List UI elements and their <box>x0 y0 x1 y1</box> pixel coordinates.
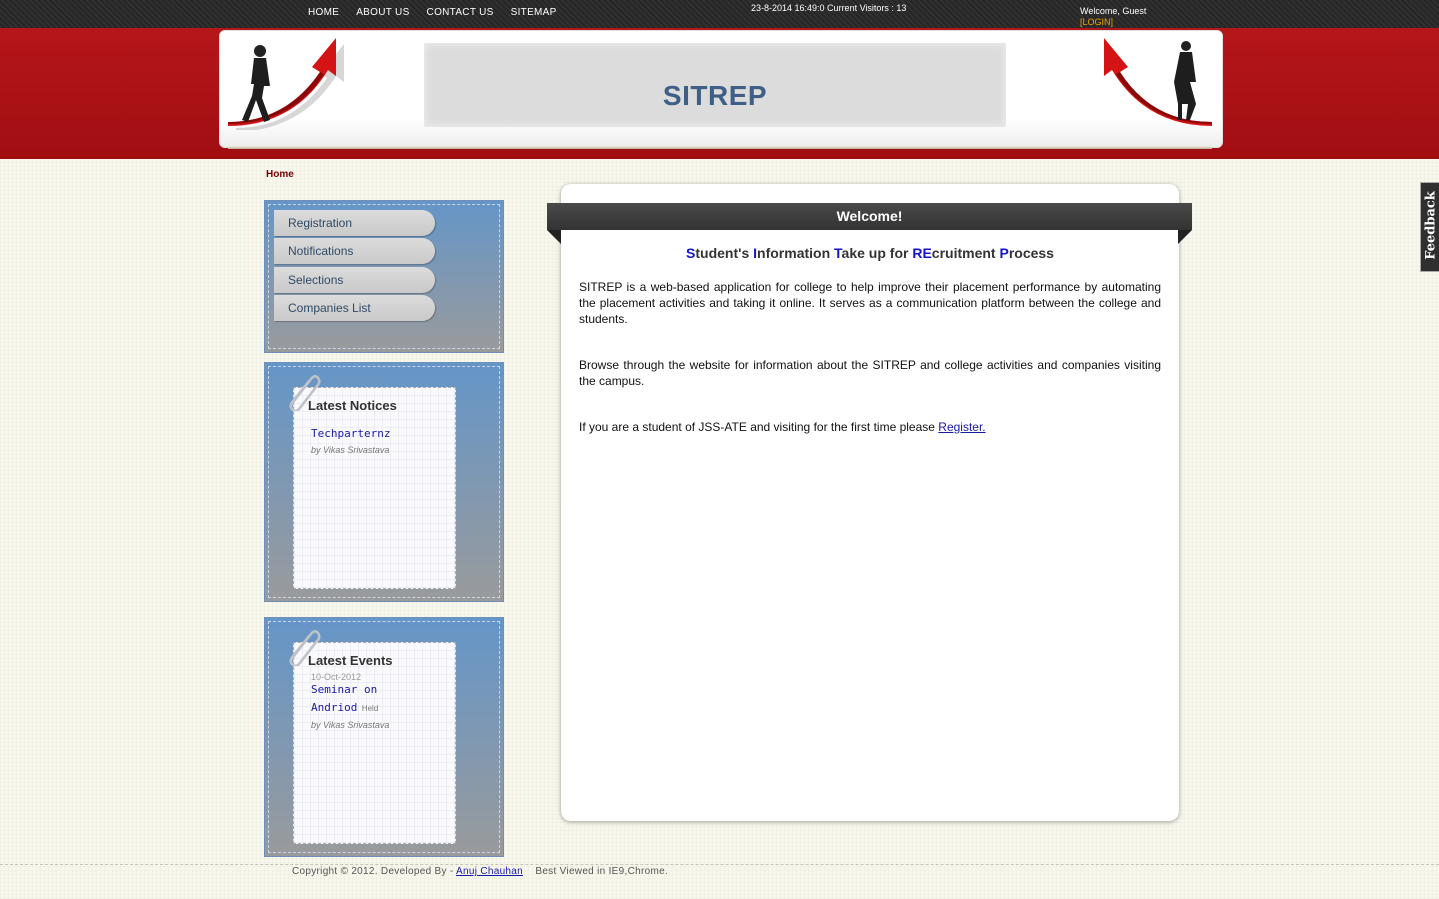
event-status: Held <box>361 704 379 713</box>
latest-events-panel: Latest Events 10-Oct-2012 Seminar on And… <box>264 617 504 857</box>
acronym-word: tudent's <box>695 245 754 261</box>
event-link-line2[interactable]: Andriod <box>311 701 357 714</box>
acronym-word: ake up for <box>841 245 913 261</box>
nav-sitemap[interactable]: SITEMAP <box>511 7 557 18</box>
register-link[interactable]: Register. <box>938 420 985 434</box>
feedback-tab[interactable]: Feedback <box>1420 182 1439 272</box>
latest-notices-panel: Latest Notices Techparternz by Vikas Sri… <box>264 362 504 602</box>
nav-about-us[interactable]: ABOUT US <box>356 7 409 18</box>
sitrep-acronym-subtitle: Student's Information Take up for REcrui… <box>561 245 1179 261</box>
register-paragraph: If you are a student of JSS-ATE and visi… <box>579 419 1161 435</box>
businessman-arrow-icon <box>224 34 349 135</box>
header-underline <box>228 146 1212 149</box>
event-link-line1[interactable]: Seminar on <box>311 681 389 698</box>
footer-copyright: Copyright © 2012. Developed By - <box>292 866 457 877</box>
sidebar-item-selections[interactable]: Selections <box>274 267 435 293</box>
notices-title: Latest Notices <box>308 398 397 413</box>
intro-paragraph: SITREP is a web-based application for co… <box>579 280 1161 326</box>
register-prompt: If you are a student of JSS-ATE and visi… <box>579 420 939 434</box>
sidebar-item-notifications[interactable]: Notifications <box>274 238 435 264</box>
nav-contact-us[interactable]: CONTACT US <box>427 7 494 18</box>
ribbon-fold-left <box>547 230 561 244</box>
acronym-letter: T <box>834 245 842 261</box>
notice-link[interactable]: Techparternz <box>311 426 390 442</box>
sidebar-item-registration[interactable]: Registration <box>274 210 435 236</box>
paperclip-icon <box>283 371 321 416</box>
footer-best-viewed: Best Viewed in IE9,Chrome. <box>535 866 669 877</box>
visitor-counter: 23-8-2014 16:49:0 Current Visitors : 13 <box>751 3 907 13</box>
welcome-text: Welcome, Guest <box>1080 6 1147 16</box>
acronym-letter: P <box>999 245 1009 261</box>
feedback-label: Feedback <box>1423 191 1439 260</box>
site-title: SITREP <box>662 80 768 111</box>
browse-paragraph: Browse through the website for informati… <box>579 358 1161 388</box>
top-navigation-bar: HOME ABOUT US CONTACT US SITEMAP 23-8-20… <box>0 0 1439 28</box>
footer-divider <box>0 864 1439 865</box>
event-author: by Vikas Srivastava <box>311 720 390 730</box>
breadcrumb[interactable]: Home <box>266 169 294 180</box>
event-entry: 10-Oct-2012 Seminar on Andriod Held by V… <box>311 673 389 734</box>
businesswoman-arrow-icon <box>1092 34 1217 135</box>
notices-paper: Latest Notices Techparternz by Vikas Sri… <box>293 387 456 589</box>
events-paper: Latest Events 10-Oct-2012 Seminar on And… <box>293 642 456 844</box>
footer: Copyright © 2012. Developed By - Anuj Ch… <box>292 866 668 877</box>
login-link[interactable]: [LOGIN] <box>1080 17 1146 28</box>
event-date: 10-Oct-2012 <box>311 672 362 682</box>
sidebar-item-companies-list[interactable]: Companies List <box>274 295 435 321</box>
nav-home[interactable]: HOME <box>308 7 339 18</box>
acronym-word: nformation <box>757 245 835 261</box>
acronym-word: rocess <box>1008 245 1054 261</box>
acronym-word: cruitment <box>931 245 1000 261</box>
paperclip-icon <box>283 626 321 671</box>
notice-entry: Techparternz by Vikas Srivastava <box>311 426 390 458</box>
sidebar-menu-panel: Registration Notifications Selections Co… <box>264 200 504 353</box>
footer-author-link[interactable]: Anuj Chauhan <box>456 866 523 877</box>
notice-author: by Vikas Srivastava <box>311 445 390 455</box>
main-nav: HOME ABOUT US CONTACT US SITEMAP <box>308 7 574 18</box>
welcome-ribbon: Welcome! <box>547 203 1192 230</box>
acronym-letter: RE <box>912 245 932 261</box>
acronym-letter: S <box>686 245 696 261</box>
welcome-area: Welcome, Guest [LOGIN] <box>1080 6 1146 28</box>
ribbon-fold-right <box>1178 230 1192 244</box>
